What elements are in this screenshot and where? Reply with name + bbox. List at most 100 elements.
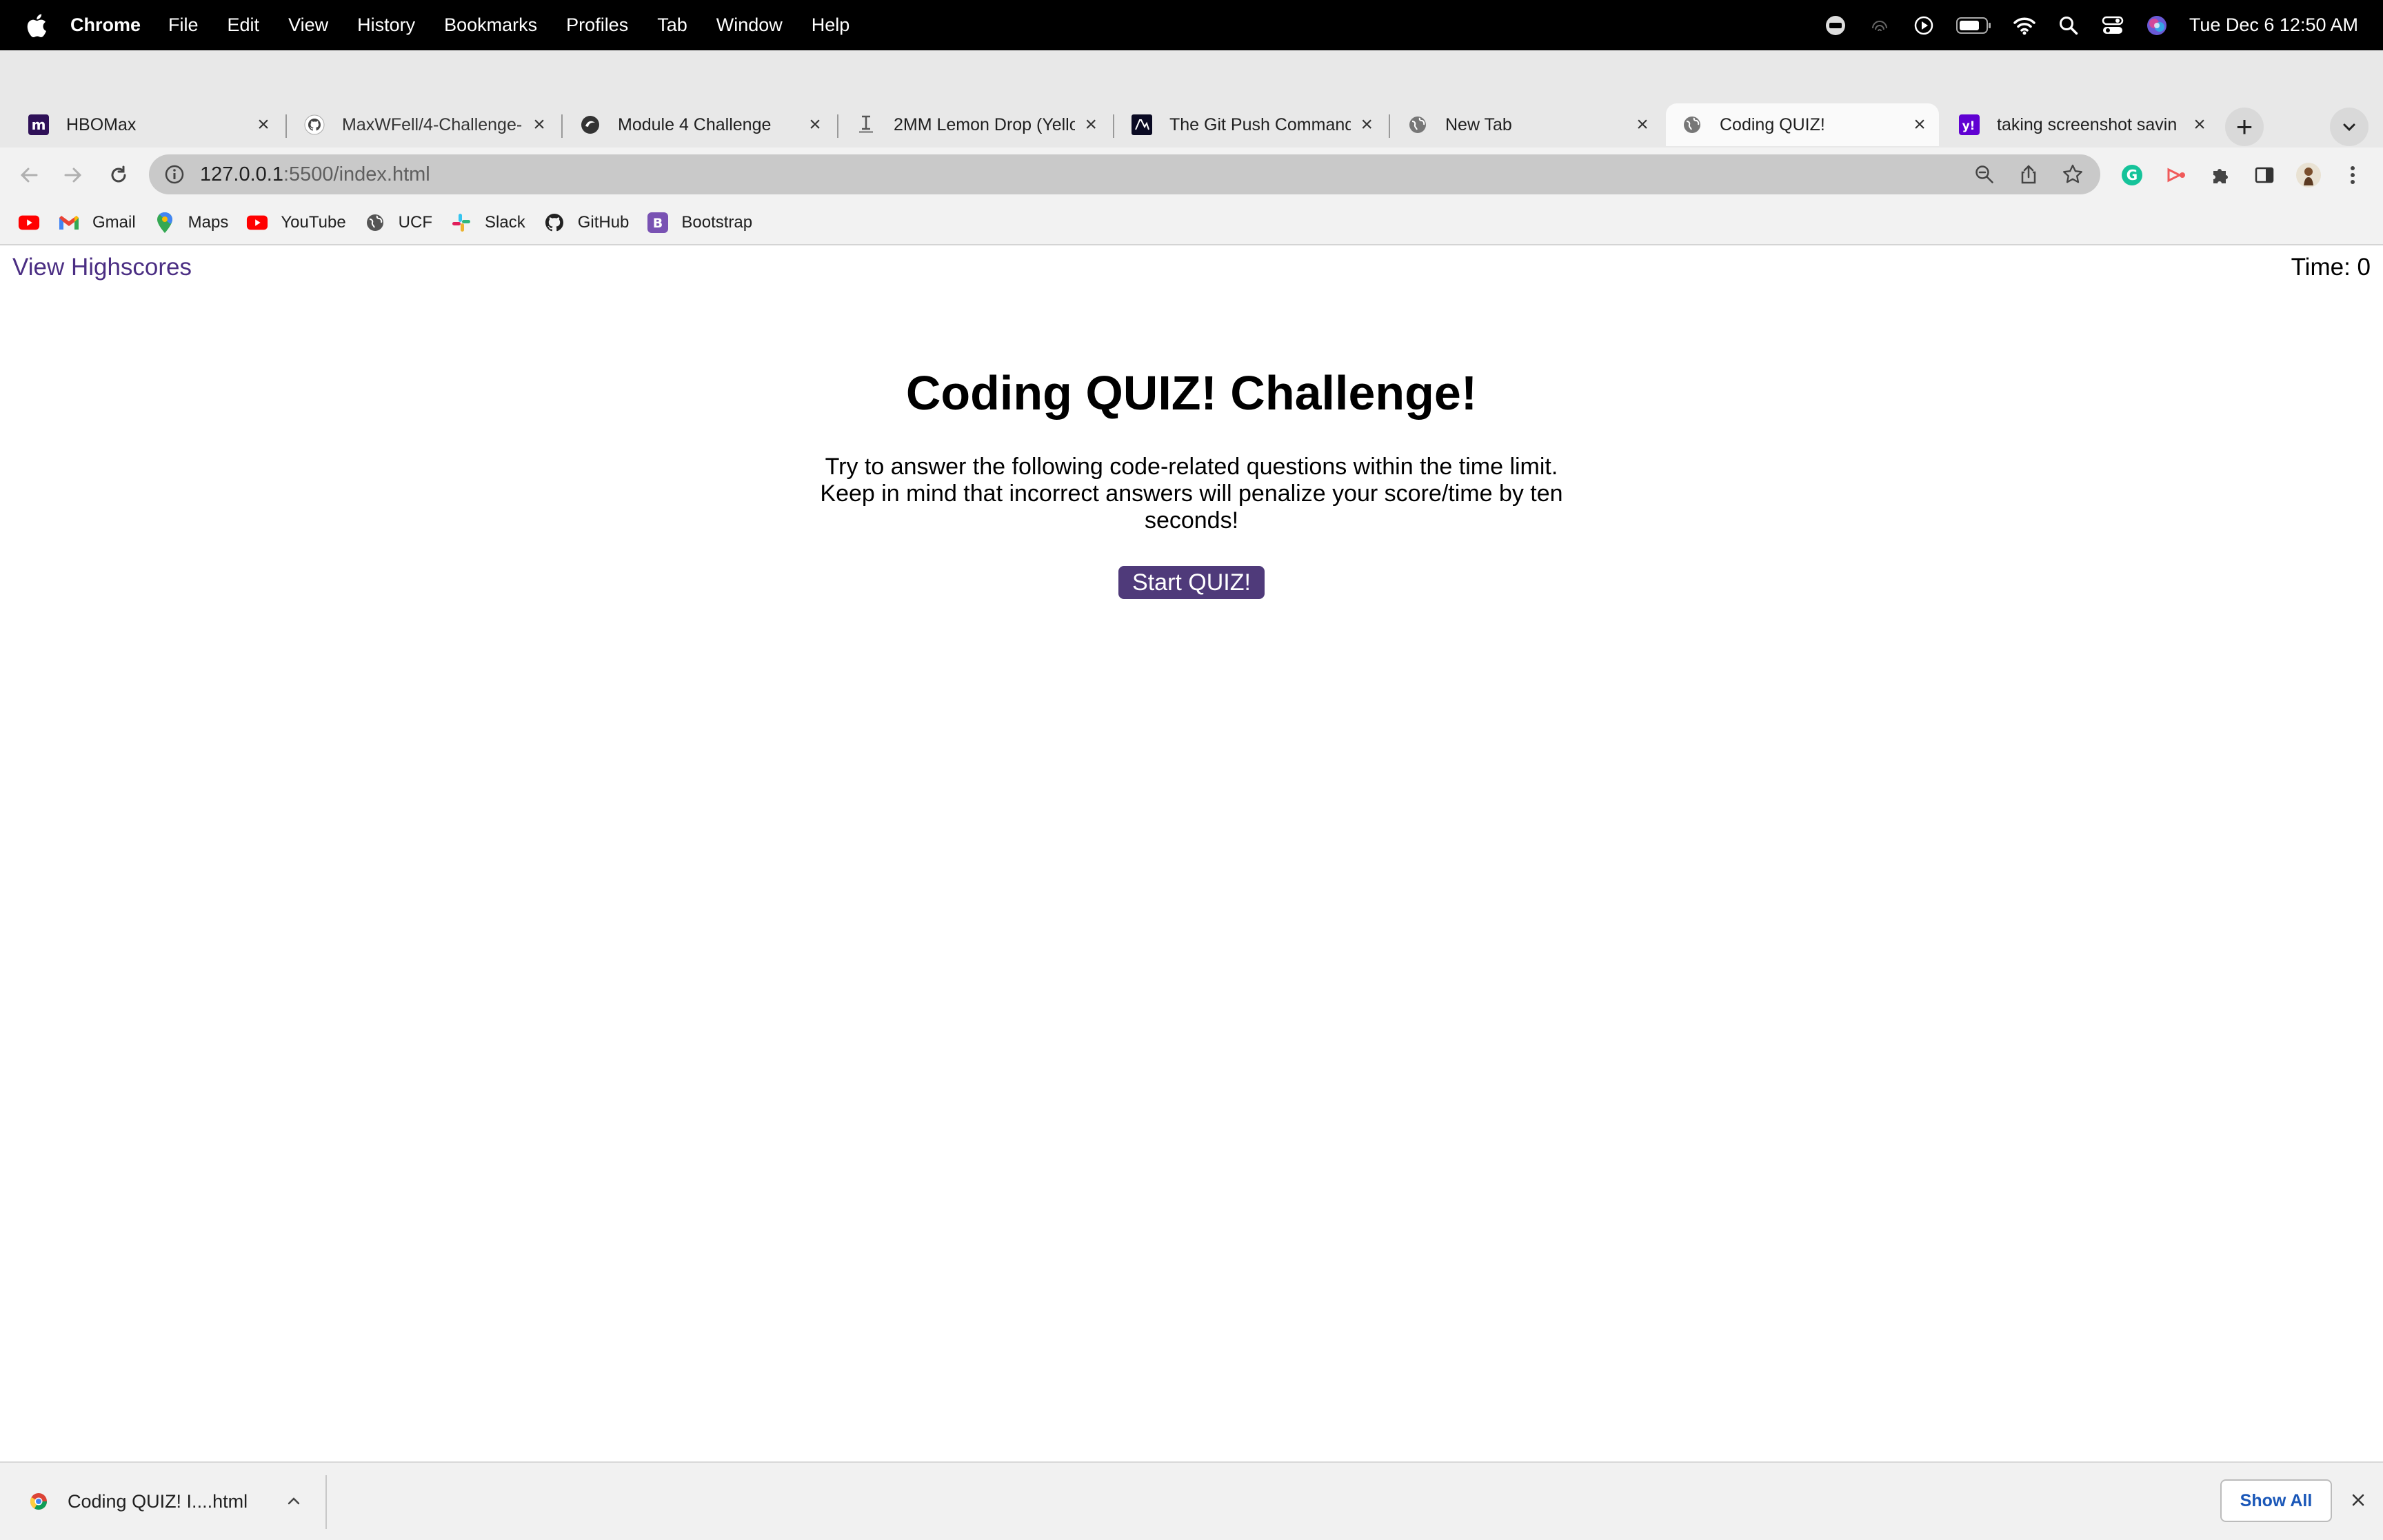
extensions-puzzle-icon[interactable] (2205, 160, 2235, 190)
tab-close-icon[interactable]: × (1633, 113, 1652, 136)
tab-yahoo-search[interactable]: y! taking screenshot savin × (1943, 103, 2219, 146)
menu-help[interactable]: Help (812, 14, 850, 36)
bookmark-youtube[interactable]: YouTube (246, 212, 346, 234)
view-highscores-link[interactable]: View Highscores (12, 254, 192, 281)
globe-icon (1407, 114, 1429, 136)
download-item[interactable]: Coding QUIZ! I....html (28, 1482, 248, 1521)
github-icon (543, 212, 565, 234)
url-path: :5500/index.html (283, 163, 430, 185)
tab-coding-quiz[interactable]: Coding QUIZ! × (1666, 103, 1939, 146)
tab-title: 2MM Lemon Drop (Yello (894, 114, 1075, 134)
url-host: 127.0.0.1 (200, 163, 283, 185)
timer-value: 0 (2357, 254, 2371, 281)
yahoo-icon: y! (1958, 114, 1980, 136)
menu-app-chrome[interactable]: Chrome (70, 14, 141, 36)
download-shelf: Coding QUIZ! I....html Show All (0, 1461, 2383, 1540)
bookmark-star-icon[interactable] (2059, 161, 2087, 188)
zoom-magnifier-icon[interactable] (1971, 161, 1998, 188)
tab-close-icon[interactable]: × (1910, 113, 1929, 136)
page-viewport: View Highscores Time: 0 Coding QUIZ! Cha… (0, 245, 2383, 1461)
zoom-status-icon[interactable] (1824, 14, 1847, 37)
play-circle-icon[interactable] (1912, 14, 1935, 37)
macos-menu-bar: Chrome File Edit View History Bookmarks … (0, 0, 2383, 50)
tab-module-4-challenge[interactable]: Module 4 Challenge × (564, 103, 834, 146)
menu-view[interactable]: View (288, 14, 328, 36)
menu-file[interactable]: File (168, 14, 199, 36)
fingerprint-icon[interactable] (1868, 14, 1891, 37)
back-arrow-icon[interactable] (14, 160, 44, 190)
menu-bookmarks[interactable]: Bookmarks (444, 14, 537, 36)
freecodecamp-icon (1131, 114, 1153, 136)
bookmark-label: GitHub (577, 213, 630, 232)
tab-separator (1389, 114, 1390, 138)
tab-git-push-command[interactable]: The Git Push Command × (1116, 103, 1386, 146)
address-bar[interactable]: 127.0.0.1:5500/index.html (149, 154, 2100, 194)
youtube-icon (246, 212, 268, 234)
show-all-downloads-button[interactable]: Show All (2220, 1479, 2332, 1522)
chrome-menu-kebab-icon[interactable] (2337, 160, 2368, 190)
jacob-icon (855, 114, 877, 136)
forward-arrow-icon[interactable] (58, 160, 88, 190)
download-file-name: Coding QUIZ! I....html (68, 1490, 248, 1512)
tab-separator (561, 114, 563, 138)
menu-tab[interactable]: Tab (657, 14, 687, 36)
wifi-icon[interactable] (2013, 14, 2036, 37)
reload-icon[interactable] (103, 160, 134, 190)
new-tab-plus-icon[interactable]: + (2225, 108, 2264, 146)
tab-close-icon[interactable]: × (1358, 113, 1376, 136)
grammarly-icon[interactable]: G (2117, 160, 2147, 190)
tab-search-chevron-icon[interactable] (2330, 108, 2369, 146)
tab-close-icon[interactable]: × (2190, 113, 2209, 136)
battery-icon[interactable] (1955, 14, 1992, 37)
tab-github-repo[interactable]: MaxWFell/4-Challenge- × (288, 103, 559, 146)
canvas-icon (579, 114, 601, 136)
tab-separator (1113, 114, 1114, 138)
share-icon[interactable] (2015, 161, 2042, 188)
svg-text:m: m (32, 116, 46, 133)
siri-icon[interactable] (2145, 14, 2169, 37)
bookmark-gmail[interactable]: Gmail (58, 212, 136, 234)
start-quiz-button[interactable]: Start QUIZ! (1118, 566, 1265, 599)
bookmark-label: UCF (398, 213, 432, 232)
tab-close-icon[interactable]: × (1082, 113, 1100, 136)
menu-window[interactable]: Window (716, 14, 783, 36)
tab-hbomax[interactable]: m HBOMax × (12, 103, 283, 146)
control-center-icon[interactable] (2101, 14, 2124, 37)
apple-logo-icon[interactable] (25, 12, 47, 39)
tab-close-icon[interactable]: × (530, 113, 549, 136)
menu-history[interactable]: History (357, 14, 415, 36)
menu-edit[interactable]: Edit (228, 14, 260, 36)
bookmarks-bar: Gmail Maps YouTube UCF Slack GitHub B Bo… (0, 201, 2383, 245)
bookmark-github[interactable]: GitHub (543, 212, 630, 234)
tab-lemon-drop[interactable]: 2MM Lemon Drop (Yello × (840, 103, 1110, 146)
site-info-icon[interactable] (164, 164, 185, 185)
bookmark-ucf[interactable]: UCF (364, 212, 432, 234)
svg-text:G: G (2126, 167, 2138, 183)
bookmark-bootstrap[interactable]: B Bootstrap (647, 212, 752, 234)
quiz-instructions: Try to answer the following code-related… (820, 454, 1563, 534)
tab-close-icon[interactable]: × (805, 113, 825, 136)
github-icon (303, 114, 325, 136)
profile-avatar[interactable] (2293, 160, 2324, 190)
side-panel-icon[interactable] (2249, 160, 2280, 190)
globe-icon (364, 212, 386, 234)
bookmark-youtube-shortcut[interactable] (18, 212, 40, 234)
bookmark-maps[interactable]: Maps (154, 212, 228, 234)
tab-title: The Git Push Command (1169, 114, 1351, 134)
svg-text:B: B (653, 216, 663, 231)
bookmark-label: Gmail (92, 213, 136, 232)
address-url[interactable]: 127.0.0.1:5500/index.html (200, 163, 430, 186)
page-title: Coding QUIZ! Challenge! (905, 366, 1478, 420)
tab-title: Coding QUIZ! (1720, 114, 1825, 134)
extensions-area: G (2117, 160, 2382, 190)
download-options-chevron-up-icon[interactable] (281, 1489, 306, 1514)
close-download-shelf-icon[interactable] (2346, 1488, 2371, 1512)
screen-recorder-extension-icon[interactable] (2161, 160, 2191, 190)
tab-new-tab[interactable]: New Tab × (1391, 103, 1662, 146)
timer-label: Time: (2291, 254, 2357, 281)
bookmark-slack[interactable]: Slack (450, 212, 525, 234)
tab-close-icon[interactable]: × (254, 113, 273, 136)
menu-bar-clock[interactable]: Tue Dec 6 12:50 AM (2189, 14, 2358, 36)
menu-profiles[interactable]: Profiles (566, 14, 628, 36)
spotlight-search-icon[interactable] (2057, 14, 2080, 37)
